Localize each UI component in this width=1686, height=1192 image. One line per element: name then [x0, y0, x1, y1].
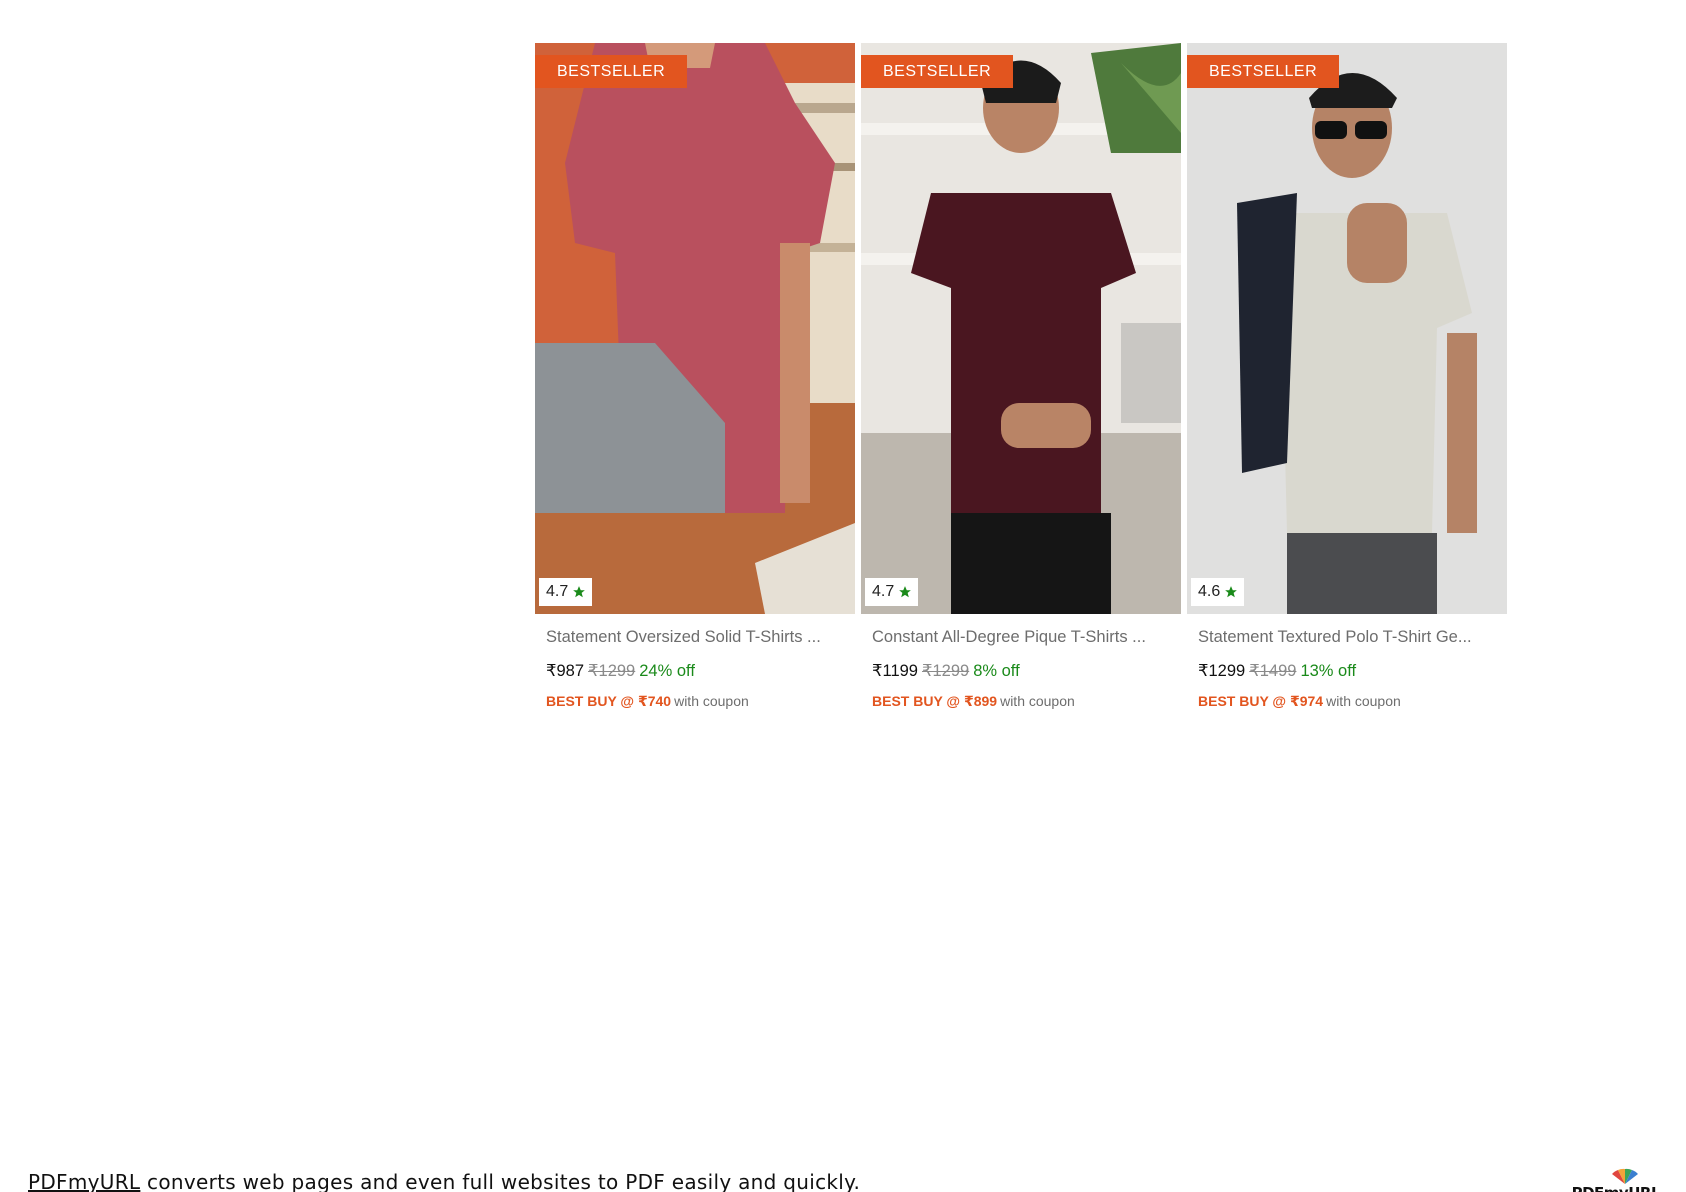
product-info: Statement Oversized Solid T-Shirts ... ₹…: [535, 614, 855, 710]
star-icon: [899, 586, 912, 598]
product-card[interactable]: BESTSELLER 4.6 Statement Textured Polo T…: [1187, 43, 1507, 710]
product-photo: [1187, 43, 1507, 614]
product-card[interactable]: BESTSELLER 4.7 Statement Oversized Solid…: [535, 43, 855, 710]
discount-label: 8% off: [973, 662, 1020, 680]
pdfmyurl-logo[interactable]: PDFmyURL: [1572, 1168, 1661, 1192]
best-buy-price: BEST BUY @ ₹899: [872, 693, 998, 709]
price-row: ₹1299 ₹1499 13% off: [1198, 660, 1496, 682]
rating-value: 4.6: [1198, 583, 1221, 600]
product-photo: [861, 43, 1181, 614]
discount-label: 24% off: [639, 662, 695, 680]
rating-value: 4.7: [546, 583, 569, 600]
discount-label: 13% off: [1300, 662, 1357, 680]
rating-value: 4.7: [872, 583, 895, 600]
product-title[interactable]: Statement Textured Polo T-Shirt Ge...: [1198, 626, 1496, 648]
product-image[interactable]: BESTSELLER 4.7: [535, 43, 855, 614]
best-buy-row: BEST BUY @ ₹974 with coupon: [1198, 692, 1496, 710]
bestseller-badge: BESTSELLER: [535, 55, 688, 88]
product-grid: BESTSELLER 4.7 Statement Oversized Solid…: [535, 43, 1507, 710]
logo-fan-icon: [1612, 1168, 1638, 1184]
product-title[interactable]: Statement Oversized Solid T-Shirts ...: [546, 626, 844, 648]
product-image[interactable]: BESTSELLER 4.7: [861, 43, 1181, 614]
bestseller-badge: BESTSELLER: [861, 55, 1014, 88]
star-icon: [573, 586, 586, 598]
logo-text: PDFmyURL: [1572, 1184, 1661, 1192]
mrp-price: ₹1299: [921, 662, 970, 680]
product-title[interactable]: Constant All-Degree Pique T-Shirts ...: [872, 626, 1170, 648]
price-row: ₹987 ₹1299 24% off: [546, 660, 844, 682]
selling-price: ₹1299: [1198, 662, 1246, 680]
footer-text: converts web pages and even full website…: [140, 1170, 861, 1192]
rating-chip: 4.6: [1191, 578, 1245, 606]
best-buy-note: with coupon: [674, 693, 749, 709]
bestseller-badge: BESTSELLER: [1187, 55, 1340, 88]
pdfmyurl-link[interactable]: PDFmyURL: [28, 1170, 140, 1192]
product-info: Constant All-Degree Pique T-Shirts ... ₹…: [861, 614, 1181, 710]
selling-price: ₹1199: [872, 662, 918, 680]
best-buy-row: BEST BUY @ ₹740 with coupon: [546, 692, 844, 710]
product-info: Statement Textured Polo T-Shirt Ge... ₹1…: [1187, 614, 1507, 710]
product-photo: [535, 43, 855, 614]
best-buy-row: BEST BUY @ ₹899 with coupon: [872, 692, 1170, 710]
product-image[interactable]: BESTSELLER 4.6: [1187, 43, 1507, 614]
price-row: ₹1199 ₹1299 8% off: [872, 660, 1170, 682]
product-card[interactable]: BESTSELLER 4.7 Constant All-Degree Pique…: [861, 43, 1181, 710]
best-buy-note: with coupon: [1000, 693, 1075, 709]
mrp-price: ₹1299: [588, 662, 636, 680]
best-buy-price: BEST BUY @ ₹740: [546, 693, 672, 709]
rating-chip: 4.7: [539, 578, 593, 606]
best-buy-price: BEST BUY @ ₹974: [1198, 693, 1324, 709]
mrp-price: ₹1499: [1249, 662, 1297, 680]
pdfmyurl-footer: PDFmyURL converts web pages and even ful…: [28, 1170, 860, 1192]
best-buy-note: with coupon: [1326, 693, 1401, 709]
selling-price: ₹987: [546, 662, 585, 680]
rating-chip: 4.7: [865, 578, 919, 606]
star-icon: [1225, 586, 1238, 598]
